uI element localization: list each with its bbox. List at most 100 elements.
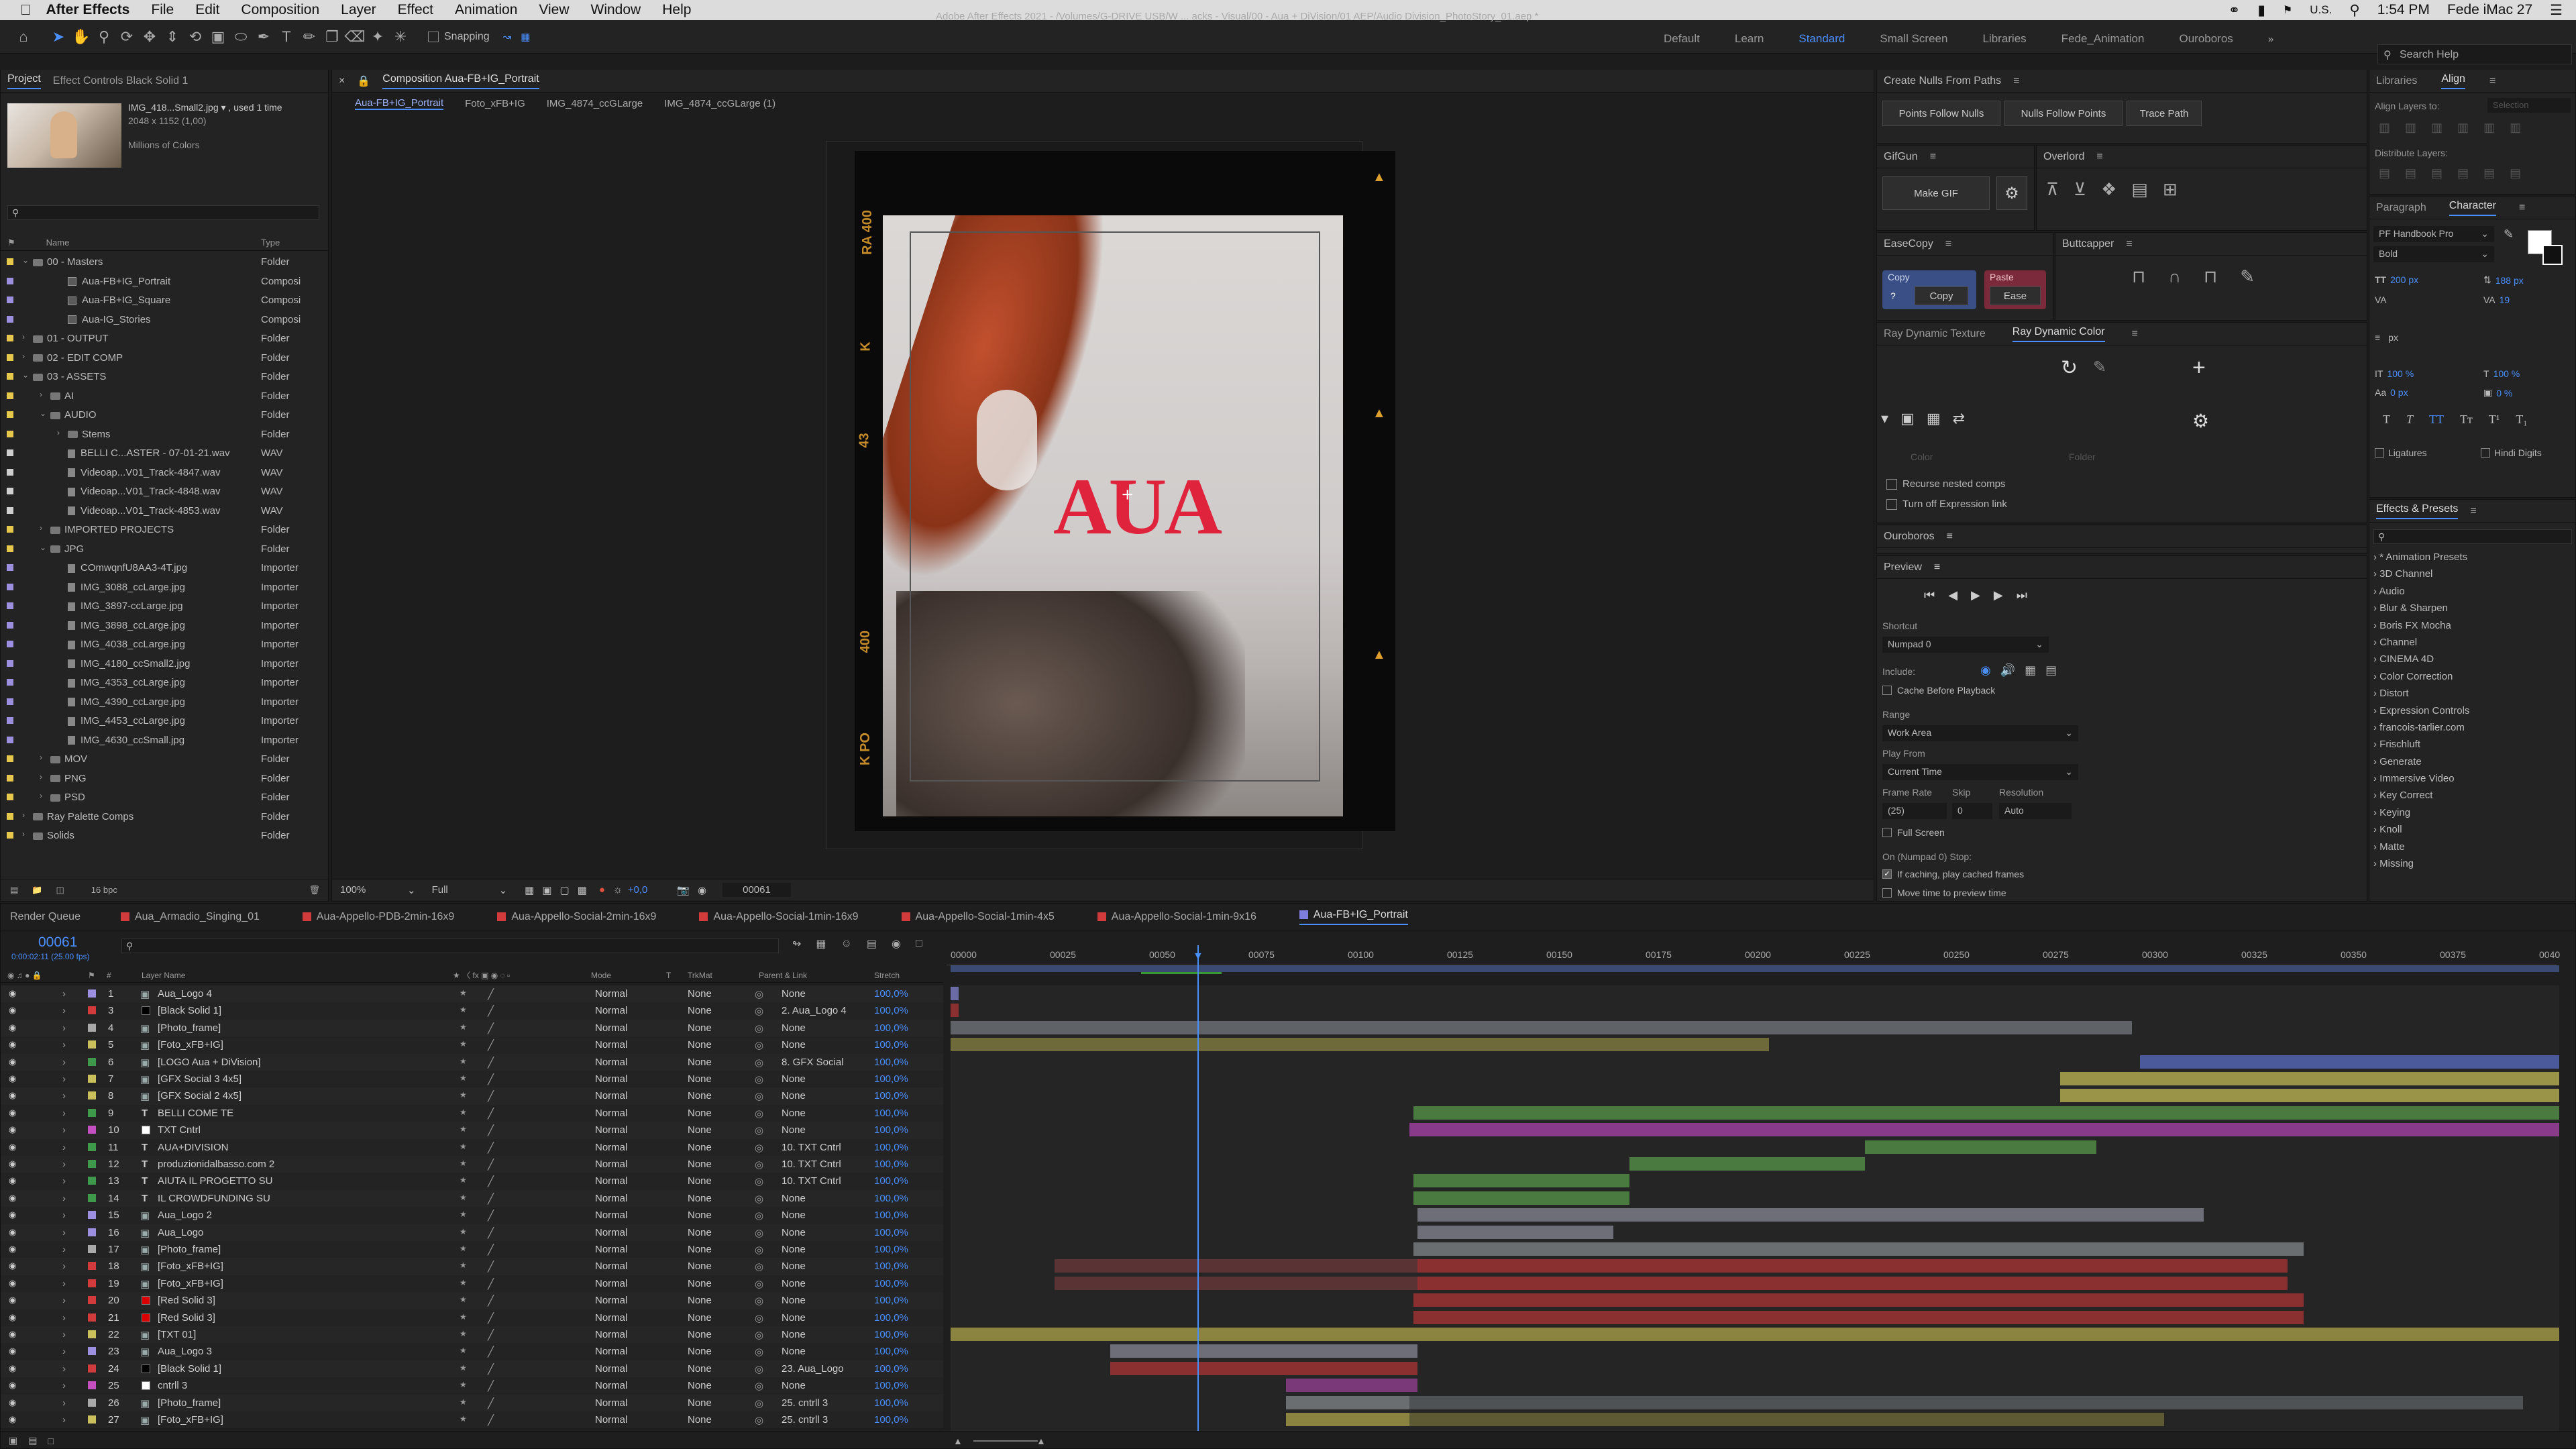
pickwhip-icon[interactable]: ◎ xyxy=(755,1039,763,1051)
leading-value[interactable]: 188 px xyxy=(2496,275,2524,286)
trkmat-select[interactable]: None xyxy=(688,1227,712,1238)
graph-editor-icon[interactable]: □ xyxy=(916,938,922,950)
quality-switch-icon[interactable]: ╱ xyxy=(488,1244,494,1256)
panel-menu-icon[interactable]: ≡ xyxy=(2013,75,2019,87)
mode-select[interactable]: Normal xyxy=(595,1159,627,1170)
label-color-swatch[interactable] xyxy=(7,392,13,399)
hand-tool-icon[interactable]: ✋ xyxy=(70,25,93,48)
turn-off-expression-checkbox[interactable] xyxy=(1886,498,1897,510)
project-item[interactable]: IMG_4180_ccSmall2.jpg Importer xyxy=(1,654,328,674)
layer-row[interactable]: ◉ › 3 [Black Solid 1] ★ ╱ Normal None ◎ 2. Aua_Lo… xyxy=(1,1002,943,1020)
project-item[interactable]: ⌄ JPG Folder xyxy=(1,539,328,559)
shy-switch-icon[interactable]: ★ xyxy=(460,1124,467,1134)
pickwhip-icon[interactable]: ◎ xyxy=(755,1124,763,1136)
mode-select[interactable]: Normal xyxy=(595,1175,627,1187)
exposure-value[interactable]: +0,0 xyxy=(628,884,648,896)
parent-select[interactable]: None xyxy=(782,1346,806,1357)
label-color-swatch[interactable] xyxy=(7,621,13,629)
project-item[interactable]: Aua-FB+IG_Square Composi xyxy=(1,290,328,310)
zoom-in-icon[interactable]: ▲ xyxy=(1036,1436,1046,1446)
layer-row[interactable]: ◉ › 15 ▣ Aua_Logo 2 ★ ╱ Normal None ◎ None 100,0% xyxy=(1,1207,943,1224)
layer-row[interactable]: ◉ › 7 ▣ [GFX Social 3 4x5] ★ ╱ Normal None ◎ None 1… xyxy=(1,1071,943,1088)
pickwhip-icon[interactable]: ◎ xyxy=(755,1346,763,1358)
label-color-swatch[interactable] xyxy=(88,1228,96,1236)
quality-switch-icon[interactable]: ╱ xyxy=(488,1346,494,1358)
panel-menu-icon[interactable]: ≡ xyxy=(2470,505,2476,517)
expand-arrow-icon[interactable]: › xyxy=(62,1312,66,1324)
expand-arrow-icon[interactable]: › xyxy=(62,1057,66,1068)
project-item[interactable]: › Stems Folder xyxy=(1,425,328,444)
cap-butt-icon[interactable]: ⊓ xyxy=(2132,266,2145,287)
region-icon[interactable]: ▢ xyxy=(560,884,570,896)
hindi-digits-checkbox[interactable] xyxy=(2481,448,2490,458)
effect-category[interactable]: › Channel xyxy=(2373,637,2572,653)
layer-duration-bar[interactable] xyxy=(1054,1259,1418,1273)
mode-select[interactable]: Normal xyxy=(595,1295,627,1306)
visibility-icon[interactable]: ◉ xyxy=(9,1005,16,1016)
align-right-icon[interactable]: ▥ xyxy=(2431,121,2443,135)
panel-menu-icon[interactable]: ≡ xyxy=(1930,151,1936,163)
effect-category[interactable]: › Keying xyxy=(2373,807,2572,824)
layer-duration-bar[interactable] xyxy=(1054,1276,1418,1290)
swatches-icon[interactable]: ▣ xyxy=(1900,410,1915,427)
all-caps-icon[interactable]: TT xyxy=(2429,413,2444,427)
pickwhip-icon[interactable]: ◎ xyxy=(755,1159,763,1171)
ligatures-checkbox[interactable] xyxy=(2375,448,2384,458)
shy-switch-icon[interactable]: ★ xyxy=(460,1380,467,1389)
shy-switch-icon[interactable]: ★ xyxy=(460,1142,467,1151)
expand-arrow-icon[interactable]: ⌄ xyxy=(40,409,46,418)
expand-arrow-icon[interactable]: › xyxy=(62,1073,66,1085)
superscript-icon[interactable]: T¹ xyxy=(2489,413,2500,427)
tsume-value[interactable]: 0 % xyxy=(2496,388,2512,398)
pickwhip-icon[interactable]: ◎ xyxy=(755,1363,763,1375)
expand-arrow-icon[interactable]: › xyxy=(62,1175,66,1187)
project-item[interactable]: › Solids Folder xyxy=(1,826,328,845)
shy-switch-icon[interactable]: ★ xyxy=(460,1260,467,1270)
zoom-select[interactable]: 100% xyxy=(340,884,407,896)
draft-3d-icon[interactable]: ▦ xyxy=(816,937,826,951)
distribute-hcenter-icon[interactable]: ▤ xyxy=(2483,166,2495,180)
effect-category[interactable]: › Expression Controls xyxy=(2373,705,2572,722)
label-color-swatch[interactable] xyxy=(88,1023,96,1032)
stretch-value[interactable]: 100,0% xyxy=(874,1142,908,1153)
trkmat-select[interactable]: None xyxy=(688,1005,712,1016)
flag-icon[interactable]: ⚑ xyxy=(2283,3,2292,17)
cap-stroke-icon[interactable]: ✎ xyxy=(2240,266,2255,287)
mode-select[interactable]: Normal xyxy=(595,1227,627,1238)
label-color-swatch[interactable] xyxy=(88,1398,96,1407)
visibility-icon[interactable]: ◉ xyxy=(9,1210,16,1220)
copy-button[interactable]: Copy xyxy=(1915,286,1968,305)
mode-select[interactable]: Normal xyxy=(595,1124,627,1136)
visibility-icon[interactable]: ◉ xyxy=(9,1414,16,1425)
rotate-tool-icon[interactable]: ⟲ xyxy=(184,25,207,48)
layer-row[interactable]: ◉ › 24 [Black Solid 1] ★ ╱ Normal None ◎ 23. Aua_… xyxy=(1,1360,943,1378)
stretch-value[interactable]: 100,0% xyxy=(874,1380,908,1391)
quality-switch-icon[interactable]: ╱ xyxy=(488,988,494,1000)
zoom-tool-icon[interactable]: ⚲ xyxy=(93,25,115,48)
expand-arrow-icon[interactable]: › xyxy=(62,1005,66,1016)
pickwhip-icon[interactable]: ◎ xyxy=(755,1260,763,1273)
layer-duration-bar[interactable] xyxy=(1413,1106,2559,1120)
workspace-default[interactable]: Default xyxy=(1664,32,1700,46)
layer-duration-bar[interactable] xyxy=(1110,1361,1418,1375)
expand-arrow-icon[interactable]: › xyxy=(62,1108,66,1119)
shy-switch-icon[interactable]: ★ xyxy=(460,1227,467,1236)
label-color-swatch[interactable] xyxy=(88,1006,96,1015)
timeline-tab[interactable]: Aua-Appello-Social-1min-9x16 xyxy=(1097,911,1256,923)
effect-category[interactable]: › Frischluft xyxy=(2373,739,2572,755)
label-color-swatch[interactable] xyxy=(88,1075,96,1083)
faux-bold-icon[interactable]: T xyxy=(2383,413,2390,427)
expand-arrow-icon[interactable]: › xyxy=(62,1380,66,1391)
layer-duration-bar[interactable] xyxy=(1417,1225,1613,1239)
stretch-value[interactable]: 100,0% xyxy=(874,1227,908,1238)
stretch-value[interactable]: 100,0% xyxy=(874,988,908,1000)
trkmat-select[interactable]: None xyxy=(688,1329,712,1340)
label-color-swatch[interactable] xyxy=(88,1193,96,1202)
trkmat-select[interactable]: None xyxy=(688,1278,712,1289)
label-color-swatch[interactable] xyxy=(88,1296,96,1305)
tracking-value[interactable]: 19 xyxy=(2500,294,2510,305)
clock[interactable]: 1:54 PM xyxy=(2377,2,2430,18)
label-color-swatch[interactable] xyxy=(7,430,13,437)
trkmat-select[interactable]: None xyxy=(688,1210,712,1221)
distribute-right-icon[interactable]: ▤ xyxy=(2510,166,2521,180)
